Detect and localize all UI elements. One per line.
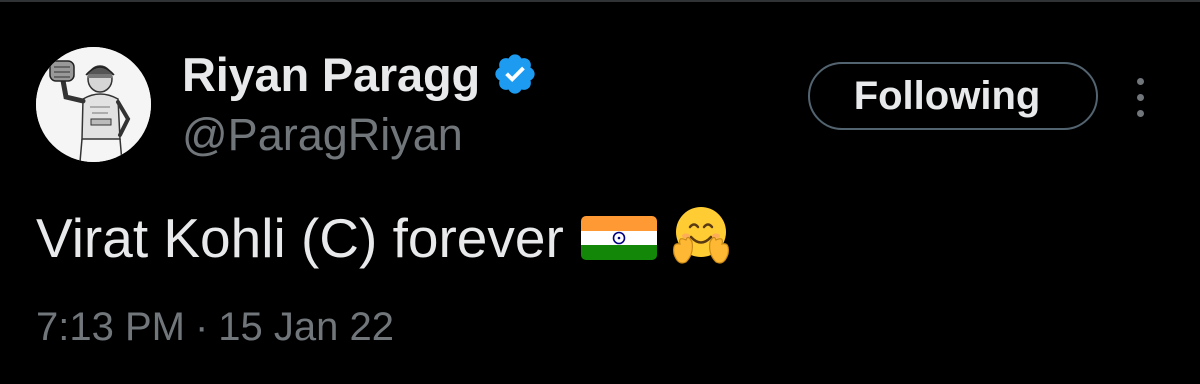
tweet-time[interactable]: 7:13 PM (36, 307, 185, 347)
following-button-label: Following (853, 74, 1041, 118)
more-dot (1137, 78, 1144, 85)
hugging-face-icon (672, 207, 729, 264)
india-flag-icon (580, 216, 657, 260)
timestamp-row: 7:13 PM · 15 Jan 22 (36, 302, 394, 352)
more-dot (1137, 94, 1144, 101)
tweet-text: Virat Kohli (C) forever (36, 206, 564, 269)
avatar[interactable] (36, 47, 151, 162)
author-display-name[interactable]: Riyan Paragg (182, 51, 480, 98)
tweet-text-row: Virat Kohli (C) forever (36, 198, 736, 278)
verified-badge-icon[interactable] (492, 51, 538, 97)
tweet: Riyan Paragg @ParagRiyan Following Virat… (0, 0, 1200, 384)
author-name-row: Riyan Paragg (182, 44, 538, 104)
more-dot (1137, 110, 1144, 117)
avatar-sketch-image (36, 47, 151, 162)
more-vertical-icon[interactable] (1126, 72, 1156, 124)
tweet-date[interactable]: 15 Jan 22 (218, 307, 394, 347)
separator-dot: · (194, 305, 209, 349)
following-button[interactable]: Following (808, 62, 1098, 130)
author-handle[interactable]: @ParagRiyan (182, 112, 463, 157)
